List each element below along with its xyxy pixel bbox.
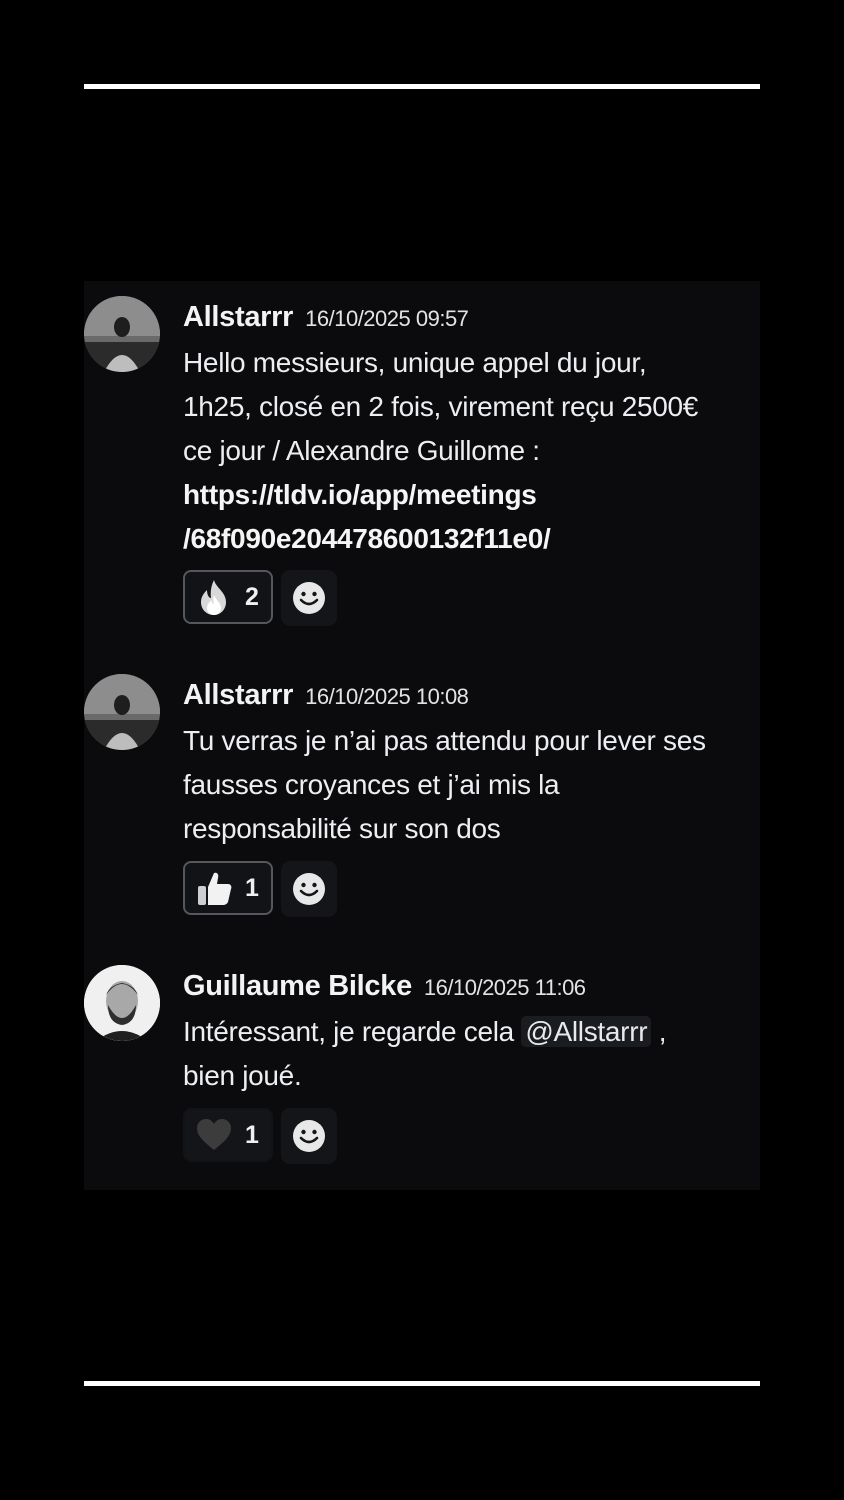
reactions-bar: 2: [183, 570, 337, 626]
user-mention[interactable]: @Allstarrr: [521, 1016, 652, 1047]
reaction-heart[interactable]: 1: [183, 1108, 273, 1162]
message-timestamp: 16/10/2025 11:06: [423, 975, 586, 1000]
avatar-photo-icon: [84, 674, 160, 750]
add-reaction-button[interactable]: [280, 861, 337, 917]
reaction-count: 1: [245, 873, 259, 902]
bottom-divider: [84, 1381, 760, 1386]
message-text: Tu verras je n’ai pas attendu pour lever…: [183, 719, 755, 851]
thumbs-up-emoji-icon: [195, 869, 233, 907]
reactions-bar: 1: [183, 861, 337, 917]
message-text-part: ,: [651, 1016, 667, 1047]
message-text: Hello messieurs, unique appel du jour, 1…: [183, 341, 755, 561]
reaction-count: 1: [245, 1120, 259, 1149]
author-name[interactable]: Allstarrr: [183, 301, 293, 333]
message-line: ce jour / Alexandre Guillome :: [183, 435, 540, 466]
meeting-link[interactable]: /68f090e204478600132f11e0/: [183, 517, 755, 561]
reactions-bar: 1: [183, 1108, 337, 1164]
message-text: Intéressant, je regarde cela @Allstarrr …: [183, 1010, 755, 1098]
avatar-photo-icon: [84, 965, 160, 1041]
message-timestamp: 16/10/2025 09:57: [305, 306, 469, 331]
top-divider: [84, 84, 760, 89]
reaction-thumbs-up[interactable]: 1: [183, 861, 273, 915]
author-name[interactable]: Guillaume Bilcke: [183, 970, 412, 1002]
meeting-link[interactable]: https://tldv.io/app/meetings: [183, 473, 755, 517]
avatar[interactable]: [84, 674, 160, 750]
avatar-photo-icon: [84, 296, 160, 372]
message-line: responsabilité sur son dos: [183, 813, 501, 844]
message-line: Hello messieurs, unique appel du jour,: [183, 347, 647, 378]
message-line: Intéressant, je regarde cela @Allstarrr …: [183, 1010, 755, 1054]
message-line: bien joué.: [183, 1060, 302, 1091]
reaction-fire[interactable]: 2: [183, 570, 273, 624]
author-name[interactable]: Allstarrr: [183, 679, 293, 711]
add-reaction-button[interactable]: [280, 570, 337, 626]
message-line: fausses croyances et j’ai mis la: [183, 769, 560, 800]
message-line: 1h25, closé en 2 fois, virement reçu 250…: [183, 391, 699, 422]
add-reaction-button[interactable]: [280, 1108, 337, 1164]
fire-emoji-icon: [195, 578, 233, 616]
avatar[interactable]: [84, 296, 160, 372]
avatar[interactable]: [84, 965, 160, 1041]
smiley-icon: [292, 1120, 325, 1152]
smiley-icon: [292, 582, 325, 614]
chat-panel: Allstarrr 16/10/2025 09:57 Hello messieur…: [84, 281, 760, 1190]
message-line: Tu verras je n’ai pas attendu pour lever…: [183, 725, 706, 756]
message-text-part: Intéressant, je regarde cela: [183, 1016, 522, 1047]
message-timestamp: 16/10/2025 10:08: [305, 684, 469, 709]
reaction-count: 2: [245, 582, 259, 611]
heart-emoji-icon: [195, 1116, 233, 1154]
smiley-icon: [292, 873, 325, 905]
